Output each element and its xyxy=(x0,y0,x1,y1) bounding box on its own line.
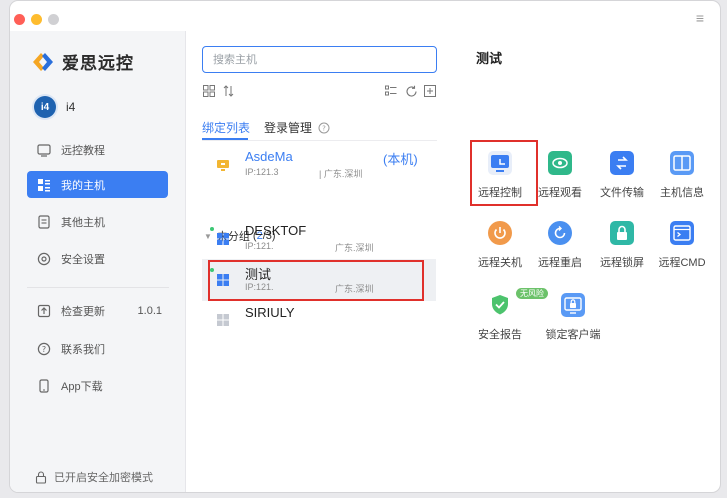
sidebar-item-label: 联系我们 xyxy=(61,343,105,356)
host-ip: IP:121.3 xyxy=(245,167,279,177)
app-window: ≡ 爱思远控 i4 i4 远控教程 我的主机 其他主机 安全设置 检查更新 1.… xyxy=(9,0,721,493)
settings-circle-icon xyxy=(37,252,51,266)
remote-lock-screen-button[interactable]: 远程锁屏 xyxy=(592,221,652,270)
list-view-icon[interactable] xyxy=(384,84,398,98)
help-icon[interactable]: ? xyxy=(318,122,330,134)
remote-restart-button[interactable]: 远程重启 xyxy=(530,221,590,270)
help-circle-icon: ? xyxy=(37,342,51,356)
tab-login-management[interactable]: 登录管理 xyxy=(264,119,312,136)
lock-client-icon xyxy=(561,293,585,317)
sidebar-item-label: 远控教程 xyxy=(61,144,105,157)
brand-name: 爱思远控 xyxy=(62,54,134,73)
close-window-button[interactable] xyxy=(14,14,25,25)
svg-text:?: ? xyxy=(42,345,46,354)
windows-icon xyxy=(217,233,229,245)
action-label: 锁定客户端 xyxy=(545,329,601,341)
brand-logo: 爱思远控 xyxy=(32,49,134,74)
host-item-siriuly[interactable]: SIRIULY xyxy=(202,301,436,343)
action-label: 安全报告 xyxy=(478,329,522,341)
secure-mode-label: 已开启安全加密模式 xyxy=(54,472,153,484)
restart-icon xyxy=(548,221,572,245)
brand-logo-icon xyxy=(33,52,53,71)
terminal-icon xyxy=(670,221,694,245)
add-host-icon[interactable] xyxy=(423,84,437,98)
online-status-dot xyxy=(210,227,214,231)
avatar: i4 xyxy=(34,96,56,118)
host-list-pane: 绑定列表 登录管理 ? AsdeMa (本机) IP:121.3 | 广东.深圳… xyxy=(186,31,448,492)
action-label: 远程观看 xyxy=(538,187,582,199)
svg-text:?: ? xyxy=(322,124,326,132)
host-tabs: 绑定列表 登录管理 ? xyxy=(202,119,330,136)
hamburger-menu-icon[interactable]: ≡ xyxy=(696,10,704,26)
sidebar-divider xyxy=(27,287,169,288)
tab-bound-list[interactable]: 绑定列表 xyxy=(202,119,250,136)
user-profile[interactable]: i4 i4 xyxy=(34,96,75,118)
sidebar-item-app-download[interactable]: App下载 xyxy=(27,372,168,399)
host-name: DESKTOF xyxy=(245,223,307,238)
action-label: 远程CMD xyxy=(658,257,706,269)
tab-divider xyxy=(202,140,437,141)
host-location: 广东.深圳 xyxy=(335,243,374,253)
monitor-icon xyxy=(37,143,51,157)
sort-icon[interactable] xyxy=(222,84,236,98)
action-label: 远程关机 xyxy=(478,257,522,269)
shield-icon xyxy=(488,293,512,317)
zoom-window-button[interactable] xyxy=(48,14,59,25)
info-panel-icon xyxy=(670,151,694,175)
version-label: 1.0.1 xyxy=(137,304,162,317)
action-label: 主机信息 xyxy=(660,187,704,199)
file-transfer-icon xyxy=(610,151,634,175)
sidebar-item-label: 我的主机 xyxy=(61,179,105,192)
sidebar-item-contact[interactable]: ? 联系我们 xyxy=(27,335,168,362)
remote-shutdown-button[interactable]: 远程关机 xyxy=(470,221,530,270)
security-report-button[interactable]: 安全报告 xyxy=(470,293,530,342)
remote-view-button[interactable]: 远程观看 xyxy=(530,151,590,200)
sidebar-item-label: 安全设置 xyxy=(61,253,105,266)
action-label: 文件传输 xyxy=(600,187,644,199)
eye-icon xyxy=(548,151,572,175)
file-transfer-button[interactable]: 文件传输 xyxy=(592,151,652,200)
user-name: i4 xyxy=(66,100,76,114)
host-item-desktop[interactable]: DESKTOF IP:121. 广东.深圳 xyxy=(202,218,436,260)
sidebar-item-my-hosts[interactable]: 我的主机 xyxy=(27,171,168,198)
sidebar-item-label: 检查更新 xyxy=(61,305,105,318)
host-ip: IP:121. xyxy=(245,241,274,251)
host-location: | 广东.深圳 xyxy=(319,169,363,179)
lock-client-button[interactable]: 锁定客户端 xyxy=(543,293,603,342)
sidebar-item-check-update[interactable]: 检查更新 1.0.1 xyxy=(27,297,168,324)
host-name: AsdeMa xyxy=(245,149,293,164)
highlight-box-remote-control xyxy=(470,140,538,206)
sidebar-item-label: App下载 xyxy=(61,380,103,393)
local-host-tag: (本机) xyxy=(383,152,418,167)
upload-icon xyxy=(37,304,51,318)
remote-cmd-button[interactable]: 远程CMD xyxy=(652,221,712,270)
document-icon xyxy=(37,214,51,229)
sidebar: 爱思远控 i4 i4 远控教程 我的主机 其他主机 安全设置 检查更新 1.0.… xyxy=(10,31,186,492)
host-name: SIRIULY xyxy=(245,305,295,320)
panel-title: 测试 xyxy=(476,51,503,66)
monitor-icon xyxy=(217,160,229,171)
windows-icon xyxy=(217,314,229,326)
sidebar-item-other-hosts[interactable]: 其他主机 xyxy=(27,208,168,235)
phone-icon xyxy=(37,378,51,393)
action-label: 远程重启 xyxy=(538,257,582,269)
refresh-icon[interactable] xyxy=(404,84,418,98)
sidebar-item-label: 其他主机 xyxy=(61,216,105,229)
sidebar-item-tutorial[interactable]: 远控教程 xyxy=(27,136,168,163)
host-info-button[interactable]: 主机信息 xyxy=(652,151,712,200)
sidebar-item-security[interactable]: 安全设置 xyxy=(27,245,168,272)
title-bar: ≡ xyxy=(10,1,720,31)
grid-view-icon[interactable] xyxy=(202,84,216,98)
minimize-window-button[interactable] xyxy=(31,14,42,25)
highlight-box-host xyxy=(208,260,424,301)
lock-icon xyxy=(35,470,47,484)
action-label: 远程锁屏 xyxy=(600,257,644,269)
host-item-local[interactable]: AsdeMa (本机) IP:121.3 | 广东.深圳 xyxy=(202,144,436,186)
power-icon xyxy=(488,221,512,245)
secure-mode-status: 已开启安全加密模式 xyxy=(35,469,153,485)
lock-screen-icon xyxy=(610,221,634,245)
search-input[interactable] xyxy=(202,46,437,73)
host-list-icon xyxy=(37,178,51,192)
